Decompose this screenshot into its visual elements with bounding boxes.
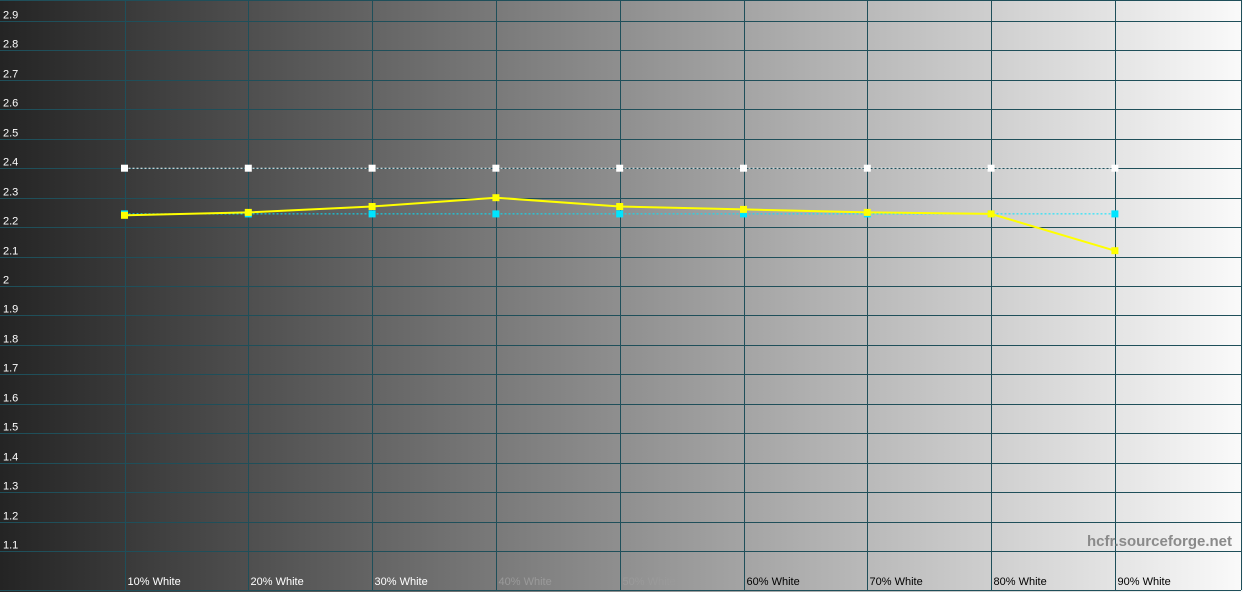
y-tick-label: 2.7: [3, 69, 18, 81]
x-tick-label: 30% White: [375, 576, 428, 588]
x-tick-label: 10% White: [128, 576, 181, 588]
y-tick-label: 1.9: [3, 304, 18, 316]
y-tick-label: 2.2: [3, 216, 18, 228]
series-marker: [1111, 164, 1119, 172]
chart-canvas: 1.1 1.2 1.3 1.4 1.5 1.6 1.7 1.8 1.9 2 2.1 2.2 2.3 2.4…: [0, 0, 1243, 592]
y-tick-label: 1.8: [3, 334, 18, 346]
y-tick-label: 2: [3, 275, 9, 287]
y-tick-label: 2.6: [3, 98, 18, 110]
y-tick-label: 2.3: [3, 187, 18, 199]
series-marker: [740, 205, 747, 213]
x-tick-label: 50% White: [623, 576, 676, 588]
y-tick-label: 1.2: [3, 511, 18, 523]
y-tick-label: 1.1: [3, 540, 18, 552]
series-marker: [368, 210, 376, 218]
y-tick-label: 1.6: [3, 393, 18, 405]
gamma-chart: 1.1 1.2 1.3 1.4 1.5 1.6 1.7 1.8 1.9 2 2.1 2.2 2.3 2.4…: [0, 0, 1243, 592]
y-tick-label: 1.3: [3, 481, 18, 493]
watermark-text: hcfr.sourceforge.net: [1087, 533, 1232, 550]
series-marker: [492, 210, 500, 218]
series-marker: [616, 210, 624, 218]
y-tick-label: 2.1: [3, 246, 18, 258]
series-marker: [121, 164, 128, 172]
y-tick-label: 1.5: [3, 422, 18, 434]
series-marker: [863, 208, 871, 216]
series-marker: [987, 210, 995, 218]
y-tick-label: 2.4: [3, 157, 18, 169]
y-tick-label: 2.8: [3, 39, 18, 51]
y-tick-label: 2.5: [3, 128, 18, 140]
series-marker: [244, 208, 252, 216]
series-marker: [492, 194, 500, 202]
series-marker: [368, 203, 376, 210]
series-marker: [368, 164, 376, 172]
series-marker: [1111, 210, 1119, 218]
series-marker: [740, 164, 747, 172]
series-marker: [492, 164, 500, 172]
y-tick-label: 2.9: [3, 10, 18, 22]
x-tick-label: 20% White: [251, 576, 304, 588]
plot-background: [0, 0, 1243, 592]
x-tick-label: 90% White: [1118, 576, 1171, 588]
series-marker: [987, 164, 995, 172]
x-tick-label: 60% White: [747, 576, 800, 588]
series-marker: [121, 211, 128, 219]
x-tick-label: 70% White: [870, 576, 923, 588]
series-marker: [616, 164, 624, 172]
x-tick-label: 40% White: [499, 576, 552, 588]
series-marker: [244, 164, 252, 172]
series-marker: [863, 164, 871, 172]
series-marker: [616, 203, 624, 210]
x-tick-label: 80% White: [994, 576, 1047, 588]
y-tick-label: 1.4: [3, 452, 18, 464]
series-marker: [1111, 247, 1119, 255]
y-tick-label: 1.7: [3, 363, 18, 375]
